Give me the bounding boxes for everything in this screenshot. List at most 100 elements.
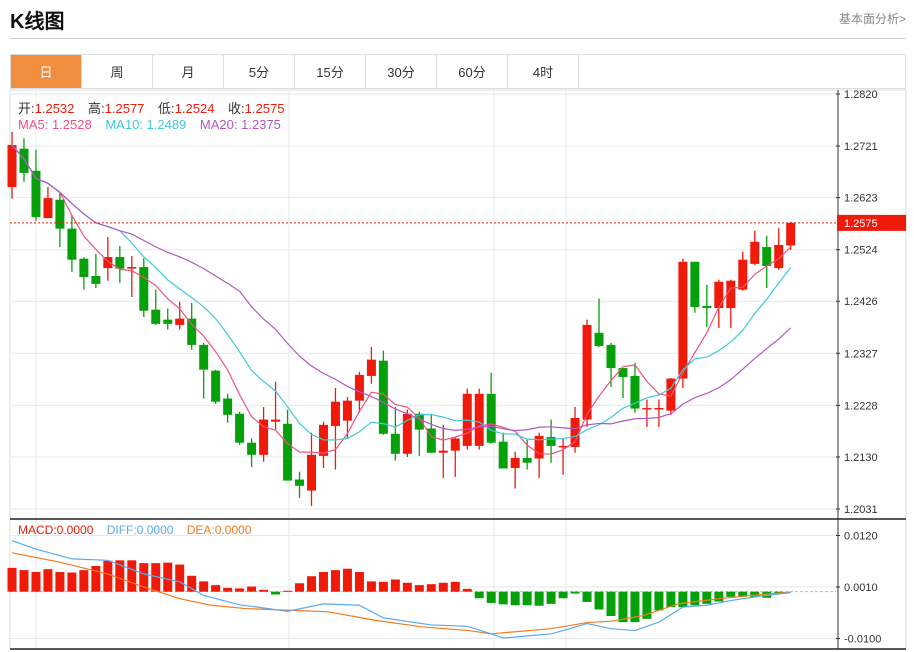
candle-body	[522, 457, 532, 463]
macd-bar	[223, 587, 233, 592]
macd-bar	[486, 591, 496, 603]
candle-body	[199, 344, 209, 370]
macd-bar	[654, 591, 664, 611]
dea-value: DEA:0.0000	[186, 523, 252, 537]
price-tick-label: 1.2031	[844, 504, 878, 516]
candle-body	[283, 423, 293, 481]
open-label: 开:	[18, 101, 35, 116]
macd-bar	[678, 591, 688, 608]
candle-body	[642, 408, 652, 410]
candle-body	[175, 318, 185, 325]
price-tick-label: 1.2426	[844, 296, 878, 308]
low-label: 低:	[158, 101, 175, 116]
candle-body	[366, 359, 376, 376]
macd-bar	[235, 588, 245, 592]
price-tick-label: 1.2130	[844, 452, 878, 464]
candle-body	[187, 318, 197, 345]
macd-bar	[295, 583, 305, 592]
candle-body	[330, 401, 340, 426]
macd-bar	[211, 585, 221, 592]
candle-body	[354, 374, 364, 401]
candle-body	[570, 418, 580, 447]
macd-bar	[522, 591, 532, 606]
macd-bar	[402, 582, 412, 592]
candle-body	[91, 275, 101, 284]
macd-tick-label: 0.0010	[844, 582, 878, 594]
candle-body	[762, 247, 772, 266]
macd-bar	[259, 589, 269, 592]
candle-body	[738, 259, 748, 290]
macd-tick-label: 0.0120	[844, 530, 878, 542]
macd-bar	[378, 581, 388, 592]
macd-bar	[606, 591, 616, 617]
macd-bar	[510, 591, 520, 606]
candle-body	[606, 344, 616, 369]
macd-bar	[558, 591, 568, 599]
candle-body	[594, 332, 604, 346]
candle-body	[498, 441, 508, 469]
macd-bar	[438, 582, 448, 592]
candle-body	[235, 413, 245, 443]
low-value: 1.2524	[174, 101, 215, 116]
candle-body	[450, 438, 460, 451]
macd-bar	[79, 570, 89, 592]
macd-bar	[271, 591, 281, 595]
candle-body	[714, 281, 724, 309]
candle-body	[774, 244, 784, 269]
macd-bar	[618, 591, 628, 623]
macd-bar	[7, 567, 17, 592]
candle-body	[510, 457, 520, 468]
macd-bar	[462, 588, 472, 592]
macd-bar	[546, 591, 556, 604]
macd-bar	[31, 572, 41, 592]
candle-body	[79, 258, 89, 278]
macd-bar	[354, 572, 364, 592]
open-value: 1.2532	[34, 101, 75, 116]
candle-body	[678, 261, 688, 379]
candle-body	[127, 267, 137, 269]
macd-bar	[163, 562, 173, 592]
candle-body	[295, 479, 305, 486]
high-label: 高:	[88, 101, 105, 116]
candle-body	[163, 319, 173, 324]
macd-bar	[283, 590, 293, 592]
macd-bar	[594, 591, 604, 610]
price-tick-label: 1.2228	[844, 400, 878, 412]
ma5-value: MA5: 1.2528	[18, 117, 92, 132]
candle-body	[750, 241, 760, 264]
candle-body	[546, 436, 556, 446]
candle-body	[342, 400, 352, 421]
candle-body	[151, 309, 161, 324]
macd-bar	[690, 591, 700, 606]
macd-bar	[534, 591, 544, 606]
price-tick-label: 1.2721	[844, 141, 878, 153]
candle-body	[618, 368, 628, 377]
high-value: 1.2577	[104, 101, 145, 116]
candle-body	[690, 261, 700, 308]
price-tick-label: 1.2623	[844, 193, 878, 205]
macd-bar	[474, 591, 484, 599]
macd-bar	[19, 570, 29, 592]
macd-bar	[103, 560, 113, 592]
macd-bar	[570, 591, 580, 594]
macd-legend: MACD:0.0000 DIFF:0.0000 DEA:0.0000	[18, 523, 261, 537]
candle-body	[486, 393, 496, 443]
candle-body	[307, 454, 316, 491]
candle-body	[702, 305, 712, 309]
macd-bar	[330, 570, 340, 592]
price-tick-label: 1.2327	[844, 348, 878, 360]
macd-bar	[127, 560, 137, 592]
close-label: 收:	[228, 101, 245, 116]
macd-bar	[498, 591, 508, 605]
candle-body	[67, 228, 77, 260]
macd-tick-label: -0.0100	[844, 634, 881, 646]
macd-bar	[55, 572, 65, 592]
ma-legend: MA5: 1.2528 MA10: 1.2489 MA20: 1.2375	[18, 117, 291, 132]
candle-body	[43, 198, 53, 219]
candle-body	[271, 419, 281, 422]
candle-body	[247, 442, 257, 455]
candle-body	[654, 408, 664, 410]
macd-bar	[318, 572, 328, 592]
candle-body	[19, 148, 29, 173]
candle-body	[211, 370, 221, 402]
